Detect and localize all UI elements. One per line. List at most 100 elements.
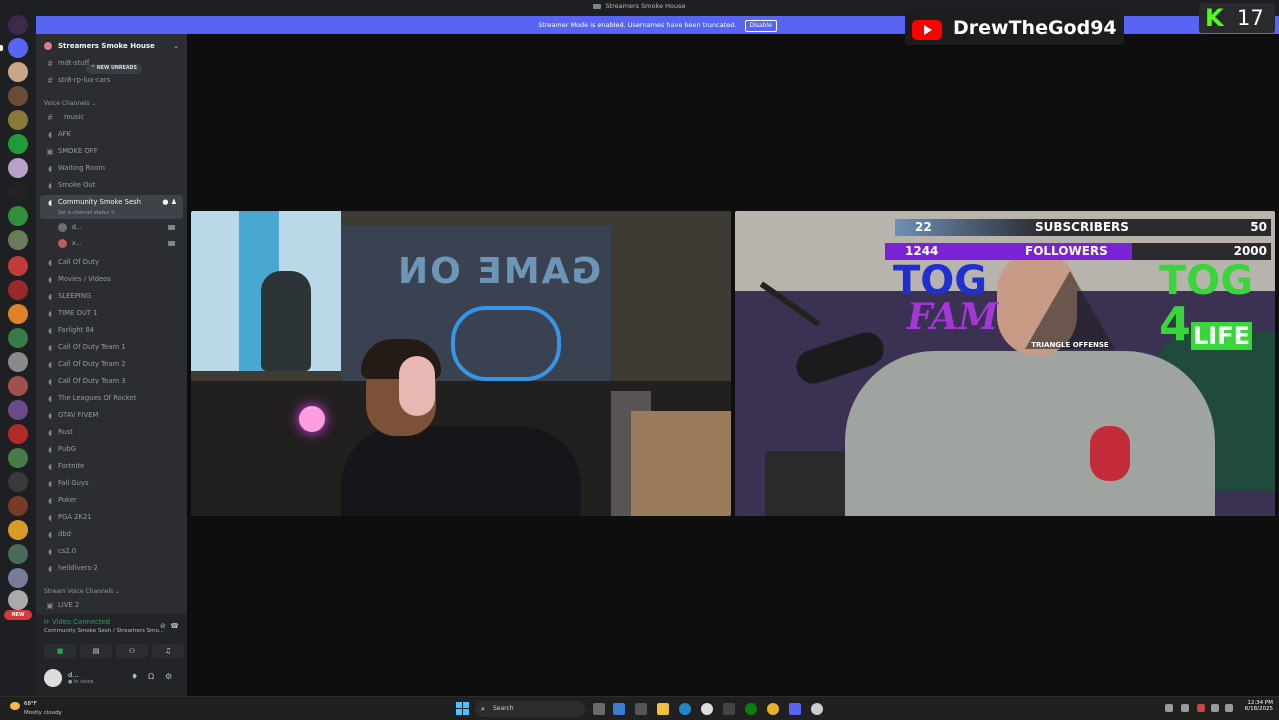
- windows-start-icon[interactable]: [456, 702, 469, 715]
- server-icon[interactable]: [8, 158, 28, 178]
- app-icon[interactable]: [635, 703, 647, 715]
- speaker-icon: ◖: [48, 198, 52, 207]
- app-icon[interactable]: [723, 703, 735, 715]
- speaker-icon: ◖: [48, 130, 52, 139]
- voice-channel[interactable]: ◖ AFK: [40, 127, 183, 142]
- server-icon[interactable]: [8, 400, 28, 420]
- server-icon[interactable]: [8, 590, 28, 610]
- voice-channel[interactable]: ◖ TIME OUT 1: [40, 306, 183, 321]
- chevron-down-icon[interactable]: ⌄: [173, 38, 179, 54]
- server-icon[interactable]: [8, 544, 28, 564]
- taskbar-search[interactable]: ⌕ Search: [475, 701, 585, 717]
- server-icon[interactable]: [8, 352, 28, 372]
- voice-channel[interactable]: ◖ cs2.0: [40, 544, 183, 559]
- channel-status[interactable]: Set a channel status ✎: [58, 210, 115, 216]
- discord-icon[interactable]: [789, 703, 801, 715]
- server-icon[interactable]: [8, 496, 28, 516]
- voice-channel[interactable]: ◖ Fortnite: [40, 459, 183, 474]
- voice-channel[interactable]: ◖ Waiting Room: [40, 161, 183, 176]
- avatar[interactable]: [44, 669, 62, 687]
- headphones-icon[interactable]: Ω: [148, 672, 154, 681]
- voice-channel[interactable]: ◖ GTAV FIVEM: [40, 408, 183, 423]
- voice-channel[interactable]: ◖ Farlight 84: [40, 323, 183, 338]
- server-icon[interactable]: [8, 62, 28, 82]
- server-icon[interactable]: [8, 376, 28, 396]
- server-icon[interactable]: [8, 472, 28, 492]
- tray-chevron-icon[interactable]: [1165, 704, 1173, 712]
- server-header[interactable]: Streamers Smoke House ⌄: [36, 38, 187, 54]
- video-tile-user-1[interactable]: GAME ON: [191, 211, 731, 516]
- shirt-graphic: [1090, 426, 1130, 481]
- voice-channel[interactable]: ◖ Call Of Duty Team 1: [40, 340, 183, 355]
- webcam-headphones: [399, 356, 435, 416]
- chrome-icon[interactable]: [767, 703, 779, 715]
- server-icon[interactable]: [8, 256, 28, 276]
- voice-actions: ⊘ ☎: [160, 622, 179, 630]
- microphone-icon[interactable]: ♦: [131, 672, 138, 681]
- video-tile-user-2[interactable]: 22 SUBSCRIBERS 50 1244 FOLLOWERS 2000 TO…: [735, 211, 1275, 516]
- disconnect-icon[interactable]: ☎: [170, 622, 179, 630]
- voice-channel[interactable]: ◖ Rust: [40, 425, 183, 440]
- voice-user[interactable]: x...: [58, 239, 175, 248]
- voice-channel[interactable]: ◖ Movies / Videos: [40, 272, 183, 287]
- server-icon[interactable]: [8, 230, 28, 250]
- server-icon[interactable]: [8, 206, 28, 226]
- activities-button[interactable]: ⚇: [116, 644, 148, 658]
- voice-location[interactable]: Community Smoke Sesh / Streamers Smo...: [44, 628, 176, 634]
- app-icon[interactable]: [811, 703, 823, 715]
- channel-music[interactable]: # music: [40, 110, 183, 125]
- new-badge[interactable]: NEW: [4, 610, 32, 620]
- edge-icon[interactable]: [679, 703, 691, 715]
- server-icon[interactable]: [8, 304, 28, 324]
- file-explorer-icon[interactable]: [657, 703, 669, 715]
- server-icon[interactable]: [8, 280, 28, 300]
- task-view-icon[interactable]: [593, 703, 605, 715]
- category-voice-channels[interactable]: Voice Channels ⌄: [44, 100, 97, 107]
- voice-channel[interactable]: ◖ Call Of Duty: [40, 255, 183, 270]
- server-icon[interactable]: [8, 134, 28, 154]
- settings-gear-icon[interactable]: ⚙: [165, 672, 172, 681]
- server-icon[interactable]: [8, 568, 28, 588]
- voice-channel[interactable]: ▣ SMOKE OFF: [40, 144, 183, 159]
- server-icon[interactable]: [8, 328, 28, 348]
- voice-channel[interactable]: ▣ LIVE 2: [40, 598, 183, 613]
- noise-suppression-icon[interactable]: ⊘: [160, 622, 166, 630]
- voice-channel[interactable]: ◖ Poker: [40, 493, 183, 508]
- clock[interactable]: 12:34 PM 6/18/2025: [1245, 700, 1273, 712]
- fam-text: FAM: [907, 296, 999, 338]
- server-icon[interactable]: [8, 15, 28, 35]
- voice-channel[interactable]: ◖ dbd: [40, 527, 183, 542]
- voice-status[interactable]: ⊪ Video Connected: [44, 618, 110, 626]
- screen-share-button[interactable]: ▤: [80, 644, 112, 658]
- voice-channel[interactable]: ◖ SLEEPING: [40, 289, 183, 304]
- voice-channel[interactable]: ◖ PubG: [40, 442, 183, 457]
- voice-channel[interactable]: ◖ The Leagues Of Rocket: [40, 391, 183, 406]
- wifi-icon[interactable]: [1211, 704, 1219, 712]
- voice-channel[interactable]: ◖ Call Of Duty Team 2: [40, 357, 183, 372]
- soundboard-button[interactable]: ♫: [152, 644, 184, 658]
- tray-app-icon[interactable]: [1197, 704, 1205, 712]
- server-icon[interactable]: [8, 424, 28, 444]
- xbox-icon[interactable]: [745, 703, 757, 715]
- voice-channel[interactable]: ◖ PGA 2K21: [40, 510, 183, 525]
- chat-icon[interactable]: ● ♟: [162, 195, 177, 210]
- tray-app-icon[interactable]: [1181, 704, 1189, 712]
- voice-channel[interactable]: ◖ Smoke Out: [40, 178, 183, 193]
- server-icon[interactable]: [8, 86, 28, 106]
- server-icon[interactable]: [8, 38, 28, 58]
- server-icon[interactable]: [8, 182, 28, 202]
- voice-channel[interactable]: ◖ Fall Guys: [40, 476, 183, 491]
- camera-button[interactable]: ■: [44, 644, 76, 658]
- server-icon[interactable]: [8, 110, 28, 130]
- copilot-icon[interactable]: [613, 703, 625, 715]
- category-stream-voice-channels[interactable]: Stream Voice Channels ⌄: [44, 588, 120, 595]
- voice-channel[interactable]: ◖ helldivers-2: [40, 561, 183, 576]
- voice-user[interactable]: d...: [58, 223, 175, 232]
- text-channel[interactable]: # str8-rp-lux-cars: [40, 73, 183, 88]
- voice-channel[interactable]: ◖ Call Of Duty Team 3: [40, 374, 183, 389]
- server-icon[interactable]: [8, 448, 28, 468]
- volume-icon[interactable]: [1225, 704, 1233, 712]
- server-icon[interactable]: [8, 520, 28, 540]
- disable-streamer-mode-button[interactable]: Disable: [744, 20, 777, 32]
- app-icon[interactable]: [701, 703, 713, 715]
